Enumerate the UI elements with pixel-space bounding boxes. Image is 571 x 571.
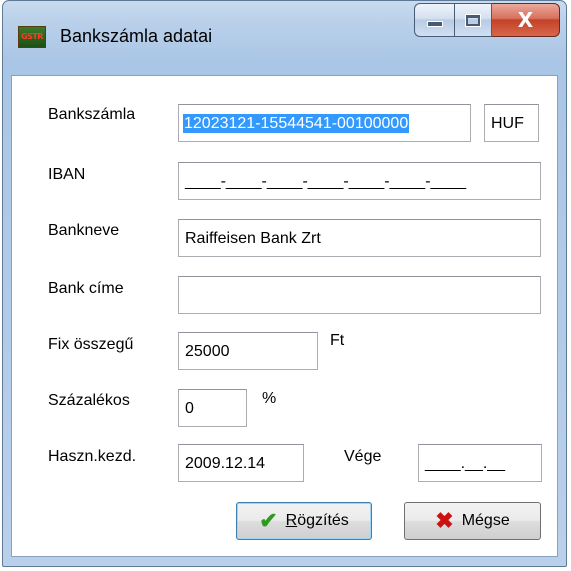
bankszamla-value: 12023121-15544541-00100000 — [183, 114, 410, 133]
haszn-kezd-label: Haszn.kezd. — [48, 448, 137, 465]
bank-cime-label: Bank címe — [48, 280, 124, 297]
szazalekos-label: Százalékos — [48, 392, 130, 409]
close-button[interactable]: X — [492, 3, 560, 37]
rogzites-label: Rögzítés — [285, 512, 349, 529]
dialog-window: GSTR Bankszámla adatai X Bankszámla 1202… — [2, 0, 567, 567]
checkmark-icon: ✔ — [259, 508, 278, 533]
megse-label: Mégse — [461, 512, 510, 529]
bankszamla-input[interactable]: 12023121-15544541-00100000 — [178, 104, 471, 142]
bankneve-input[interactable]: Raiffeisen Bank Zrt — [178, 219, 541, 257]
megse-button[interactable]: ✖ Mégse — [404, 502, 541, 540]
maximize-button[interactable] — [454, 3, 492, 37]
fix-osszegu-label: Fix összegű — [48, 336, 134, 353]
fix-osszegu-unit: Ft — [330, 332, 345, 349]
maximize-icon — [465, 13, 481, 27]
currency-field[interactable]: HUF — [484, 104, 539, 142]
title-bar[interactable]: GSTR Bankszámla adatai X — [3, 1, 566, 75]
vege-label: Vége — [344, 448, 382, 465]
vege-input[interactable]: ____.__.__ — [418, 444, 542, 482]
bankneve-label: Bankneve — [48, 222, 120, 239]
iban-label: IBAN — [48, 166, 86, 183]
minimize-button[interactable] — [414, 3, 454, 37]
bankszamla-label: Bankszámla — [48, 106, 136, 123]
x-icon: ✖ — [435, 508, 454, 533]
window-title: Bankszámla adatai — [60, 26, 213, 46]
caption-buttons: X — [414, 3, 560, 39]
app-icon[interactable]: GSTR — [18, 26, 46, 48]
szazalekos-input[interactable]: 0 — [178, 389, 247, 427]
iban-input[interactable]: ____-____-____-____-____-____-____ — [178, 162, 541, 200]
haszn-kezd-input[interactable]: 2009.12.14 — [178, 444, 304, 482]
szazalekos-unit: % — [262, 390, 277, 407]
rogzites-button[interactable]: ✔ Rögzítés — [236, 502, 372, 540]
dialog-client-area: Bankszámla 12023121-15544541-00100000 HU… — [11, 75, 558, 557]
close-icon: X — [517, 8, 534, 32]
fix-osszegu-input[interactable]: 25000 — [178, 332, 318, 370]
minimize-icon — [426, 21, 443, 27]
bank-cime-input[interactable] — [178, 276, 541, 314]
